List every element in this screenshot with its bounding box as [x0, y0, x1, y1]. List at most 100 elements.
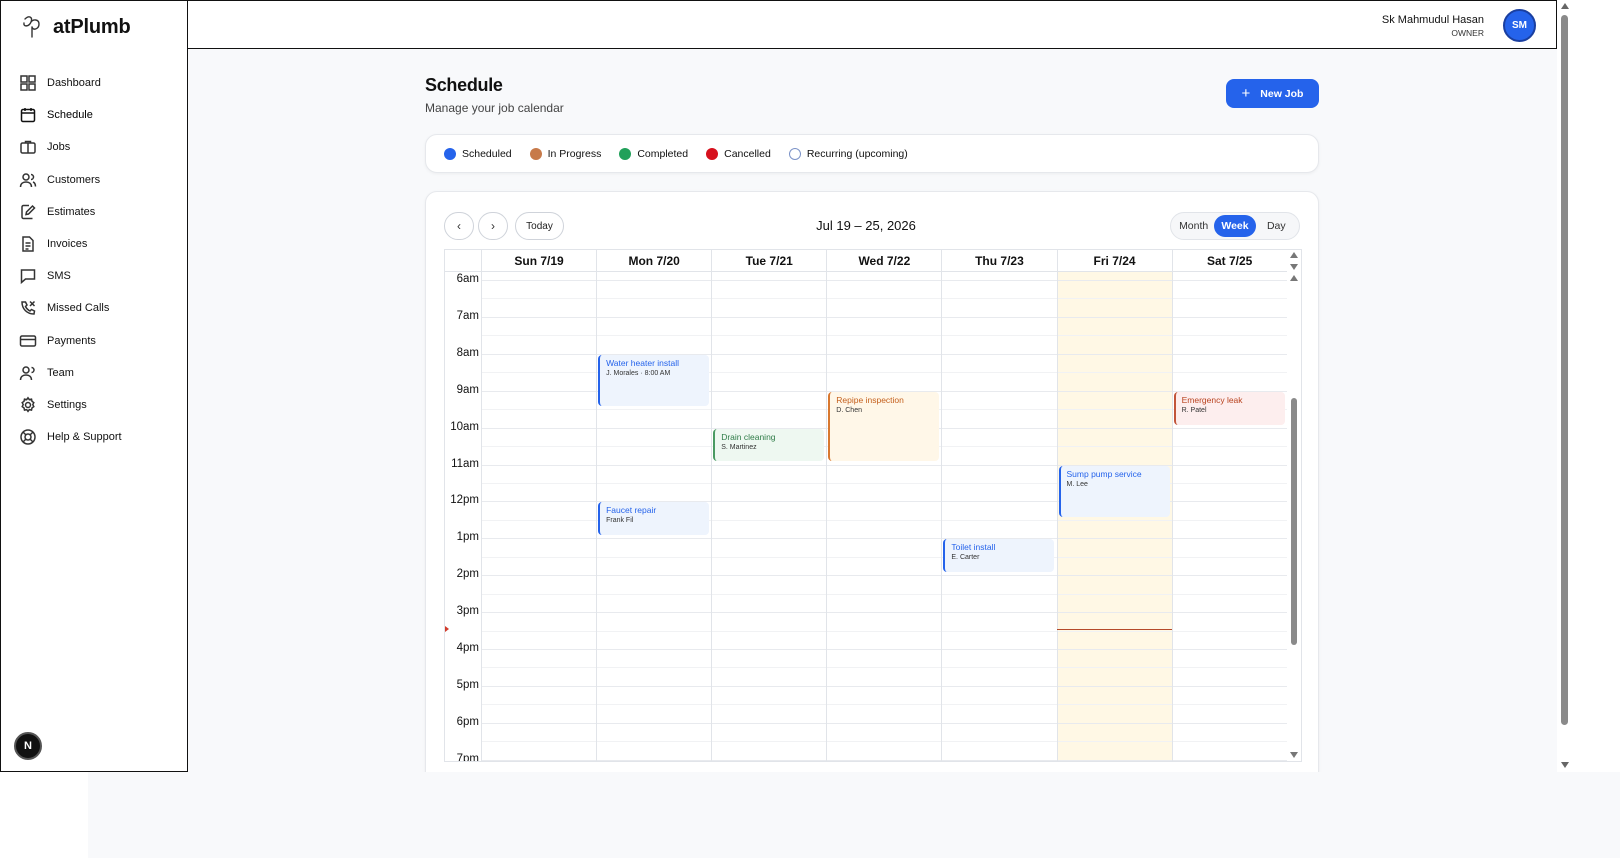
dashboard-icon: [20, 75, 36, 91]
today-button[interactable]: Today: [515, 212, 564, 240]
page-scrollbar[interactable]: [1557, 0, 1573, 772]
hour-gridline: [481, 759, 1287, 761]
event-title: Repipe inspection: [836, 394, 904, 405]
sidebar-item-estimates[interactable]: Estimates: [19, 196, 184, 228]
sidebar-item-customers[interactable]: Customers: [19, 164, 184, 196]
calendar-scrollbar[interactable]: [1287, 250, 1301, 761]
topbar: Sk Mahmudul Hasan OWNER SM: [187, 0, 1557, 49]
scroll-down-arrow-icon[interactable]: [1561, 762, 1569, 768]
event-title: Faucet repair: [606, 505, 657, 516]
sidebar-item-label: Team: [47, 366, 74, 379]
legend-label: Recurring (upcoming): [806, 147, 908, 160]
grid-scroll-down-icon[interactable]: [1290, 752, 1298, 758]
half-hour-gridline: [481, 667, 1287, 669]
sidebar-item-missed-calls[interactable]: Missed Calls: [19, 292, 184, 324]
credit-card-icon: [19, 334, 37, 347]
event-title: Sump pump service: [1066, 468, 1142, 479]
event-title: Drain cleaning: [721, 431, 776, 442]
hour-label: 6am: [456, 273, 479, 285]
legend-item-recurring-upcoming: Recurring (upcoming): [788, 147, 908, 160]
sidebar-item-label: Payments: [47, 334, 96, 347]
main-content: Schedule Manage your job calendar + New …: [188, 49, 1557, 791]
grid-scroll-up-icon[interactable]: [1290, 275, 1298, 281]
hour-label: 8am: [456, 346, 479, 359]
avatar[interactable]: SM: [1503, 9, 1536, 42]
sidebar: atPlumb Dashboard Schedule Jobs Customers Es…: [0, 0, 188, 772]
page-scrollbar-thumb[interactable]: [1561, 15, 1568, 725]
event-subtitle: J. Morales · 8:00 AM: [606, 369, 671, 377]
lower-background: [88, 772, 1620, 858]
legend-dot-icon: [619, 147, 632, 160]
dev-badge[interactable]: N: [14, 732, 42, 760]
week-grid-body[interactable]: 6am 7am 8am 9am 10am 11am 12pm 1pm 2pm 3pm 4pm 5pm 6…: [445, 272, 1287, 761]
legend-item-scheduled: Scheduled: [444, 147, 512, 160]
event-title: Water heater install: [606, 357, 680, 368]
next-week-button[interactable]: ›: [478, 212, 508, 240]
missed-call-icon: [21, 301, 36, 316]
event-title: Emergency leak: [1181, 394, 1243, 405]
event-subtitle: M. Lee: [1066, 480, 1088, 488]
day-header[interactable]: Tue 7/21: [711, 250, 826, 272]
sidebar-item-invoices[interactable]: Invoices: [19, 228, 184, 260]
sidebar-item-label: Invoices: [47, 238, 88, 251]
sidebar-item-payments[interactable]: Payments: [19, 325, 184, 357]
hour-gridline: [481, 722, 1287, 724]
half-hour-gridline: [481, 630, 1287, 632]
calendar-event[interactable]: Water heater install J. Morales · 8:00 AM: [598, 354, 710, 407]
calendar-event[interactable]: Emergency leak R. Patel: [1173, 391, 1285, 425]
lifebuoy-icon: [20, 429, 36, 445]
legend-label: Scheduled: [462, 147, 512, 160]
scroll-up-arrow-icon[interactable]: [1561, 3, 1569, 9]
hour-label: 5pm: [456, 678, 479, 691]
header-scroll-up-icon[interactable]: [1290, 252, 1298, 258]
sidebar-item-settings[interactable]: Settings: [19, 389, 184, 421]
calendar-event[interactable]: Repipe inspection D. Chen: [828, 391, 940, 462]
sidebar-item-team[interactable]: Team: [19, 357, 184, 389]
hour-label: 3pm: [456, 605, 479, 618]
day-column-divider: [826, 272, 828, 761]
hour-gridline: [481, 538, 1287, 540]
brand-name: atPlumb: [53, 15, 131, 38]
view-month-button[interactable]: Month: [1173, 215, 1214, 237]
day-header[interactable]: Sun 7/19: [481, 250, 596, 272]
calendar-event[interactable]: Faucet repair Frank Fil: [598, 502, 710, 536]
day-header[interactable]: Mon 7/20: [596, 250, 711, 272]
new-job-label: New Job: [1260, 87, 1304, 100]
sidebar-nav: Dashboard Schedule Jobs Customers Estimates I…: [19, 67, 184, 453]
message-icon: [20, 269, 36, 285]
prev-week-button[interactable]: ‹: [444, 212, 474, 240]
sidebar-item-help-support[interactable]: Help & Support: [19, 421, 184, 453]
sidebar-item-dashboard[interactable]: Dashboard: [19, 67, 184, 99]
hour-label: 1pm: [456, 531, 479, 544]
brand[interactable]: atPlumb: [19, 13, 131, 41]
header-scroll-down-icon[interactable]: [1290, 264, 1298, 270]
chevron-right-icon: ›: [491, 219, 495, 233]
hour-label: 2pm: [456, 568, 479, 581]
calendar-icon: [20, 108, 36, 123]
view-week-button[interactable]: Week: [1214, 215, 1256, 237]
legend-dot-icon: [706, 147, 719, 160]
day-header[interactable]: Thu 7/23: [941, 250, 1056, 272]
calendar-event[interactable]: Sump pump service M. Lee: [1058, 465, 1170, 517]
hour-gridline: [481, 649, 1287, 650]
sidebar-item-label: Customers: [47, 173, 101, 186]
event-subtitle: E. Carter: [951, 554, 980, 562]
sidebar-item-label: Help & Support: [47, 431, 122, 444]
current-time-line: [1056, 628, 1172, 630]
calendar-event[interactable]: Drain cleaning S. Martinez: [713, 428, 825, 462]
sidebar-item-sms[interactable]: SMS: [19, 260, 184, 292]
view-day-button[interactable]: Day: [1256, 215, 1297, 237]
users-icon: [19, 172, 37, 187]
new-job-button[interactable]: + New Job: [1226, 79, 1319, 108]
day-header[interactable]: Fri 7/24: [1056, 250, 1172, 272]
legend-dot-icon: [529, 147, 542, 160]
hour-label: 4pm: [456, 642, 479, 654]
document-icon: [22, 236, 34, 252]
calendar-event[interactable]: Toilet install E. Carter: [943, 539, 1055, 573]
day-header[interactable]: Wed 7/22: [826, 250, 941, 272]
sidebar-item-schedule[interactable]: Schedule: [19, 99, 184, 131]
day-header[interactable]: Sat 7/25: [1171, 250, 1287, 272]
calendar-scrollbar-thumb[interactable]: [1291, 398, 1297, 645]
sidebar-item-jobs[interactable]: Jobs: [19, 131, 184, 163]
hour-gridline: [481, 685, 1287, 687]
